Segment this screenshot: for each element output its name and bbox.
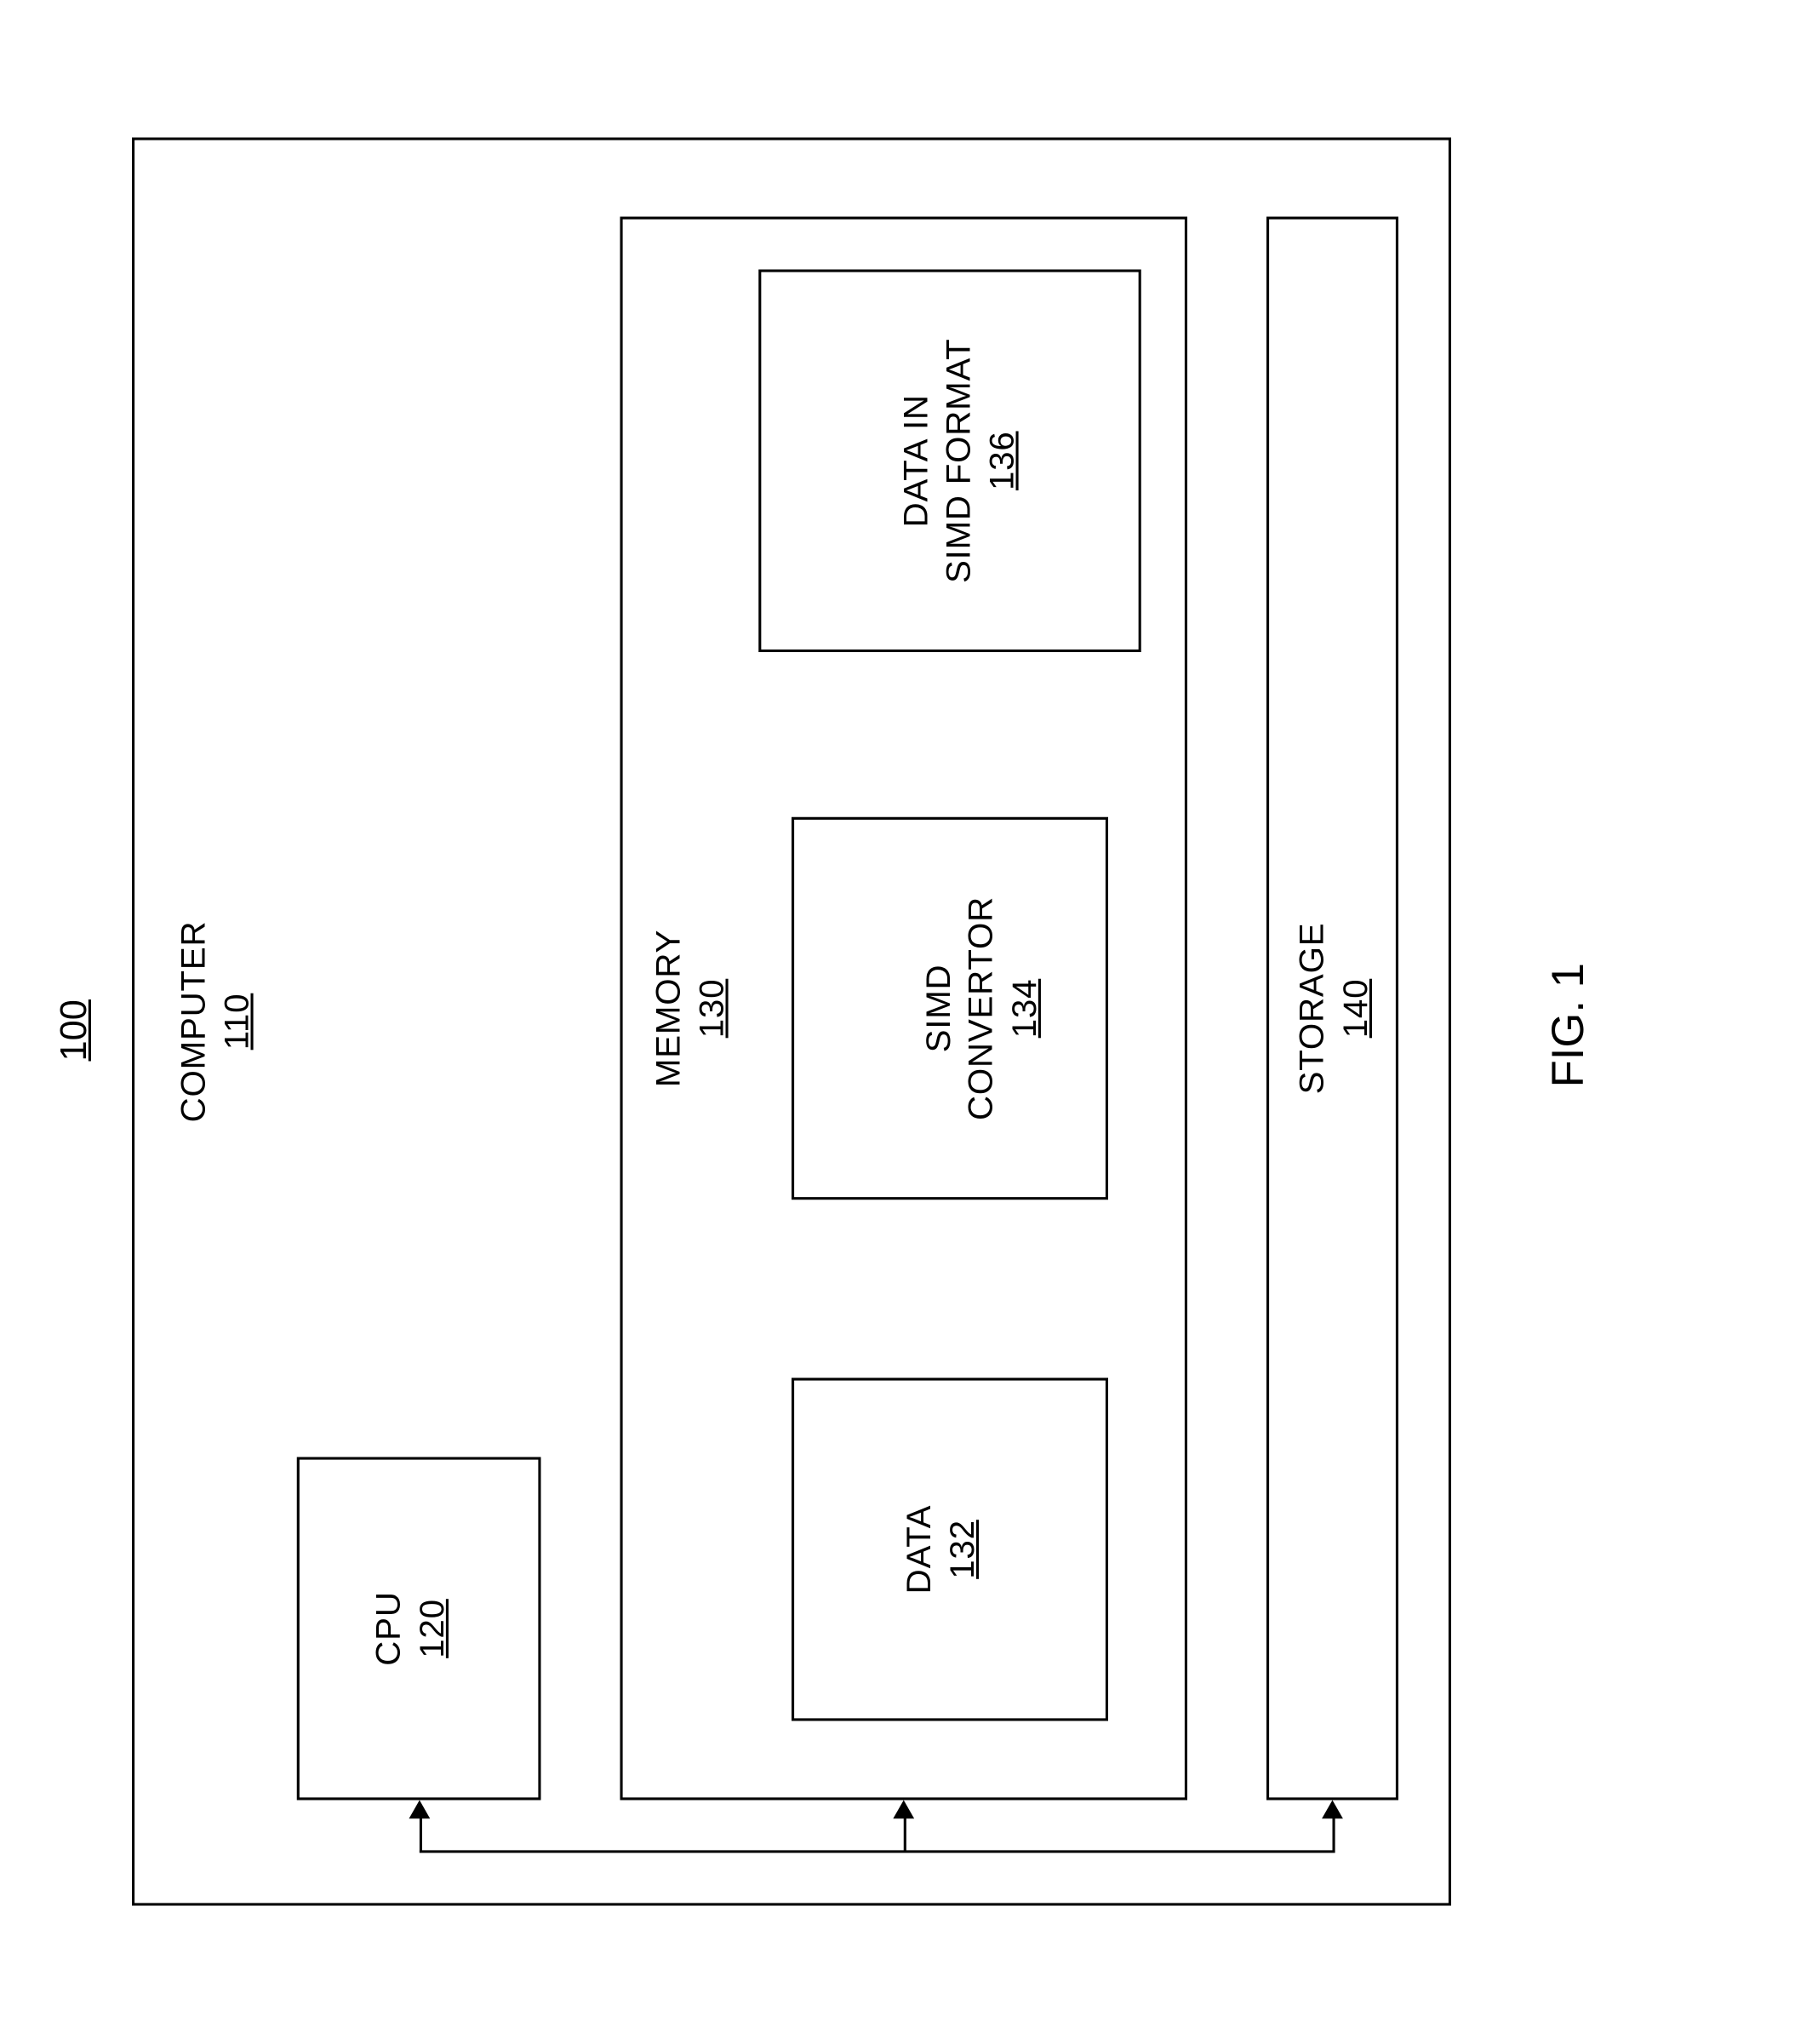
diagram-canvas: 100 COMPUTER 110 CPU 120 MEMORY 130 DATA… bbox=[0, 0, 1795, 2044]
bus-to-cpu bbox=[420, 1816, 422, 1852]
cpu-label: CPU 120 bbox=[367, 1457, 453, 1801]
arrow-to-memory-icon bbox=[893, 1801, 914, 1819]
bus-to-memory bbox=[904, 1816, 906, 1852]
figure-label: FIG. 1 bbox=[1544, 963, 1595, 1087]
memory-label: MEMORY 130 bbox=[647, 850, 733, 1167]
data-label: DATA 132 bbox=[897, 1378, 983, 1721]
simd-convertor-label: SIMD CONVERTOR 134 bbox=[873, 817, 1088, 1200]
bus-trunk bbox=[420, 1850, 1333, 1852]
arrow-to-storage-icon bbox=[1322, 1801, 1343, 1819]
storage-label: STORAGE 140 bbox=[1290, 850, 1376, 1167]
bus-to-storage bbox=[1333, 1816, 1335, 1852]
data-simd-label: DATA IN SIMD FORMAT 136 bbox=[851, 270, 1066, 652]
arrow-to-cpu-icon bbox=[409, 1801, 431, 1819]
system-reference: 100 bbox=[53, 999, 95, 1061]
computer-label: COMPUTER 110 bbox=[172, 877, 258, 1167]
